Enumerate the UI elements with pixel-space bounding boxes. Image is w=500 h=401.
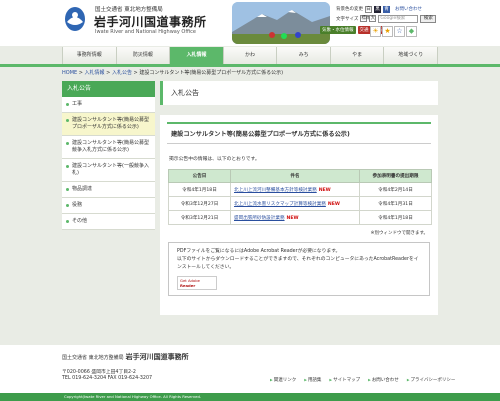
weather-water-level-link[interactable]: 気象・水位情報 [320,26,356,34]
row-date: 令和4年1月18日 [168,182,231,197]
breadcrumb: HOME > 入札情報 > 入札公告 > 建設コンサルタント等(簡易公募型プロポ… [62,70,284,76]
adobe-badge-line2: Reader [180,283,196,288]
sidebar-item-consultant-general-bid[interactable]: 建設コンサルタント等(一般競争入札) [62,159,155,182]
row-title-link[interactable]: 盛岡出張所砂防設計業務 [234,216,285,221]
sidebar-title: 入札公告 [62,81,155,97]
star-icon[interactable]: ★ [382,26,393,37]
notices-table: 公告日 件名 参加表明書の提出期限 令和4年1月18日 北上川上流河川整備基本方… [168,169,432,225]
nav-rivers[interactable]: かわ [222,47,277,64]
sidebar-item-construction[interactable]: 工事 [62,97,155,113]
footer-phone: TEL 019-624-3204 FAX 019-624-3207 [62,376,153,381]
row-deadline: 令和4年1月18日 [359,210,432,225]
content-panel: 建設コンサルタント等(簡易公募型プロポーザル方式に係る公示) 掲示公告中の情報は… [160,115,438,315]
footer-org-title: 岩手河川国道事務所 [125,353,189,361]
org-title[interactable]: 岩手河川国道事務所 [94,13,207,30]
nav-bidding-info[interactable]: 入札情報 [169,47,223,64]
row-date: 令和3年12月21日 [168,210,231,225]
org-english-name: Iwate River and National Highway Office [95,29,197,35]
col-date-header: 公告日 [168,169,231,183]
star-outline-icon[interactable]: ☆ [394,26,405,37]
font-large-button[interactable]: 大 [369,15,377,22]
symbol-icons: ☀ ★ ☆ ◆ [370,26,417,37]
footer-org: 国土交通省 東北地方整備局 岩手河川国道事務所 [62,353,189,361]
contrast-blue-button[interactable]: 青 [383,5,390,13]
footer-link-privacy[interactable]: プライバシーポリシー [407,377,456,383]
contrast-white-button[interactable]: 白 [365,5,372,13]
nav-office-info[interactable]: 事務所情報 [62,47,116,64]
search-input[interactable]: Google検索 [378,14,419,23]
nav-disaster-info[interactable]: 防災情報 [115,47,170,64]
table-row: 令和4年1月18日 北上川上流河川整備基本方針等検討業務 NEW 令和4年2月14… [168,182,432,197]
row-title-cell: 北上川上流河川整備基本方針等検討業務 NEW [230,182,360,197]
row-date: 令和3年12月27日 [168,196,231,211]
footer-link-glossary[interactable]: 用語集 [304,377,322,383]
row-title-link[interactable]: 北上川上流水害リスクマップ計算等検討業務 [234,202,326,207]
col-deadline-header: 参加表明書の提出期限 [359,169,432,183]
main-content: 入札公告 建設コンサルタント等(簡易公募型プロポーザル方式に係る公示) 掲示公告… [160,81,438,315]
new-window-note: ※別ウィンドウで開きます。 [370,231,428,236]
office-logo-icon[interactable] [64,6,86,32]
footer-address: 〒020-0066 盛岡市上田4丁目2-2 TEL 019-624-3204 F… [62,370,152,382]
col-title-header: 件名 [230,169,360,183]
sidebar-item-consultant-proposal[interactable]: 建設コンサルタント等(簡易公募型プロポーザル方式に係る公示) [62,113,155,136]
row-title-link[interactable]: 北上川上流河川整備基本方針等検討業務 [234,188,317,193]
org-ministry-label: 国土交通省 東北地方整備局 [95,7,163,13]
table-row: 令和3年12月21日 盛岡出張所砂防設計業務 NEW 令和4年1月18日 [168,210,432,225]
footer-link-contact[interactable]: お問い合わせ [368,377,399,383]
font-size-label: 文字サイズ [336,16,359,22]
table-header-row: 公告日 件名 参加表明書の提出期限 [168,169,432,183]
nav-underline [0,64,500,67]
section-title: 建設コンサルタント等(簡易公募型プロポーザル方式に係る公示) [167,122,431,144]
breadcrumb-current: 建設コンサルタント等(簡易公募型プロポーザル方式に係る公示) [139,70,284,76]
nav-community[interactable]: 地域づくり [383,47,439,64]
site-footer: 国土交通省 東北地方整備局 岩手河川国道事務所 〒020-0066 盛岡市上田4丁… [0,345,500,393]
new-badge: NEW [318,187,331,193]
row-deadline: 令和4年1月31日 [359,196,432,211]
nav-roads[interactable]: みち [276,47,330,64]
diamond-icon[interactable]: ◆ [406,26,417,37]
new-badge: NEW [327,201,340,207]
breadcrumb-bid-notices[interactable]: 入札公告 [112,70,132,76]
get-adobe-reader-badge[interactable]: Get Adobe Reader [177,276,217,290]
header-photo [232,2,330,44]
sun-icon[interactable]: ☀ [370,26,381,37]
adobe-text-line2: 以下のサイトからダウンロードすることができますので、それぞれのコンピュータにあっ… [177,257,419,270]
table-row: 令和3年12月27日 北上川上流水害リスクマップ計算等検討業務 NEW 令和4年1… [168,196,432,211]
page-title: 入札公告 [160,81,438,105]
search-row: 文字サイズ 標準 大 Google検索 検索 [336,14,437,23]
font-size-controls: 背景色の変更 白 黒 青 お問い合わせ [336,5,422,13]
breadcrumb-home[interactable]: HOME [62,70,77,76]
contrast-black-button[interactable]: 黒 [374,5,381,13]
adobe-text-line1: PDFファイルをご覧になるにはAdobe Acrobat Readerが必要にな… [177,249,341,254]
breadcrumb-bidding-info[interactable]: 入札情報 [85,70,105,76]
row-title-cell: 盛岡出張所砂防設計業務 NEW [230,210,360,225]
contrast-label: 背景色の変更 [336,7,363,12]
adobe-reader-box: PDFファイルをご覧になるにはAdobe Acrobat Readerが必要にな… [168,242,430,296]
nav-mountains[interactable]: やま [329,47,384,64]
footer-link-related[interactable]: 関連リンク [270,377,297,383]
footer-links: 関連リンク 用語集 サイトマップ お問い合わせ プライバシーポリシー [270,377,456,383]
copyright-bar: Copyright(Iwate River and National Highw… [0,393,500,401]
global-nav: 事務所情報 防災情報 入札情報 かわ みち やま 地域づくり [62,47,439,64]
font-normal-button[interactable]: 標準 [360,15,370,22]
contact-link[interactable]: お問い合わせ [395,6,422,12]
search-button[interactable]: 検索 [420,14,437,23]
new-badge: NEW [286,215,299,221]
row-title-cell: 北上川上流水害リスクマップ計算等検討業務 NEW [230,196,360,211]
footer-link-sitemap[interactable]: サイトマップ [329,377,360,383]
sidebar: 入札公告 工事 建設コンサルタント等(簡易公募型プロポーザル方式に係る公示) 建… [62,81,155,230]
site-header: 国土交通省 東北地方整備局 岩手河川国道事務所 Iwate River and … [0,0,500,46]
sidebar-item-services[interactable]: 役務 [62,198,155,214]
intro-text: 掲示公告中の情報は、以下のとおりです。 [169,157,260,162]
sidebar-item-other[interactable]: その他 [62,214,155,230]
sidebar-item-procurement[interactable]: 物品調達 [62,182,155,198]
sidebar-item-consultant-simple-bid[interactable]: 建設コンサルタント等(簡易公募型競争入札方式に係る公示) [62,136,155,159]
row-deadline: 令和4年2月14日 [359,182,432,197]
